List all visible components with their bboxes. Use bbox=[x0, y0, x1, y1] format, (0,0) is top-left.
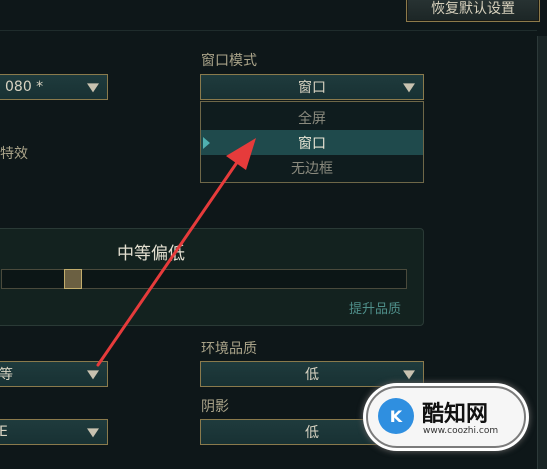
watermark-logo-icon: K bbox=[378, 398, 414, 434]
watermark-url: www.coozhi.com bbox=[423, 426, 499, 436]
watermark-badge: K 酷知网 www.coozhi.com bbox=[366, 386, 526, 448]
watermark-brand: 酷知网 bbox=[422, 402, 489, 427]
